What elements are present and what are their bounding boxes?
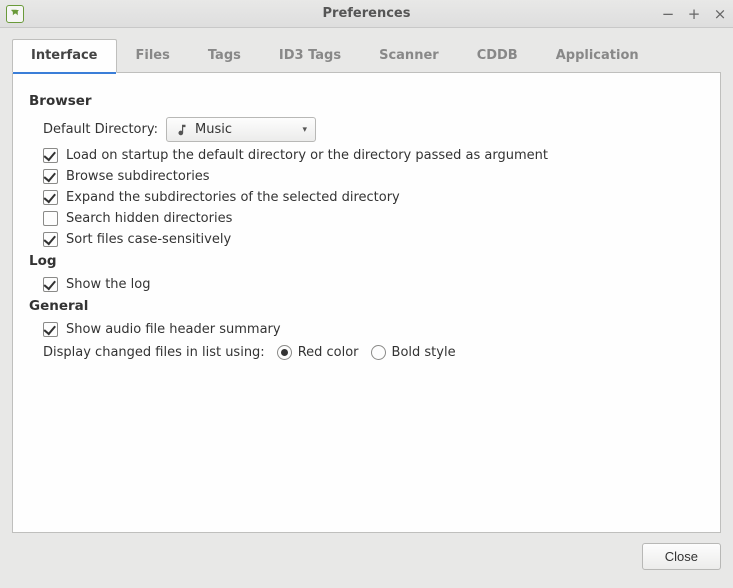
section-general-heading: General (29, 298, 704, 314)
tab-application[interactable]: Application (537, 39, 658, 73)
checkbox-icon (43, 232, 58, 247)
checkbox-icon (43, 322, 58, 337)
checkbox-label: Load on startup the default directory or… (66, 148, 548, 163)
minimize-button[interactable]: − (661, 7, 675, 21)
checkbox-load-on-startup[interactable]: Load on startup the default directory or… (43, 148, 704, 163)
checkbox-label: Search hidden directories (66, 211, 232, 226)
checkbox-search-hidden[interactable]: Search hidden directories (43, 211, 704, 226)
tab-tags[interactable]: Tags (189, 39, 260, 73)
default-directory-value: Music (195, 122, 232, 137)
dialog-footer: Close (0, 533, 733, 580)
radio-red-color[interactable]: Red color (277, 345, 359, 360)
tab-panel-interface: Browser Default Directory: Music ▾ Load … (12, 73, 721, 533)
music-note-icon (175, 123, 189, 137)
checkbox-sort-case[interactable]: Sort files case-sensitively (43, 232, 704, 247)
checkbox-browse-subdirs[interactable]: Browse subdirectories (43, 169, 704, 184)
close-window-button[interactable]: × (713, 7, 727, 21)
close-button[interactable]: Close (642, 543, 721, 570)
titlebar: Preferences − + × (0, 0, 733, 28)
checkbox-icon (43, 190, 58, 205)
dialog-content: Interface Files Tags ID3 Tags Scanner CD… (0, 28, 733, 533)
checkbox-icon (43, 148, 58, 163)
checkbox-icon (43, 277, 58, 292)
checkbox-expand-subdirs[interactable]: Expand the subdirectories of the selecte… (43, 190, 704, 205)
default-directory-label: Default Directory: (43, 122, 158, 137)
checkbox-icon (43, 211, 58, 226)
window-title: Preferences (0, 6, 733, 21)
window-controls: − + × (661, 7, 727, 21)
chevron-down-icon: ▾ (302, 125, 307, 135)
display-changed-label: Display changed files in list using: (43, 345, 265, 360)
tab-files[interactable]: Files (117, 39, 189, 73)
default-directory-combo[interactable]: Music ▾ (166, 117, 316, 142)
radio-bold-style[interactable]: Bold style (371, 345, 456, 360)
tab-cddb[interactable]: CDDB (458, 39, 537, 73)
checkbox-label: Expand the subdirectories of the selecte… (66, 190, 400, 205)
tab-id3tags[interactable]: ID3 Tags (260, 39, 360, 73)
radio-label: Bold style (392, 345, 456, 360)
radio-label: Red color (298, 345, 359, 360)
tab-scanner[interactable]: Scanner (360, 39, 458, 73)
radio-icon (277, 345, 292, 360)
checkbox-label: Sort files case-sensitively (66, 232, 231, 247)
tab-interface[interactable]: Interface (12, 39, 117, 73)
section-log-heading: Log (29, 253, 704, 269)
section-browser-heading: Browser (29, 93, 704, 109)
checkbox-label: Show audio file header summary (66, 322, 281, 337)
checkbox-show-header-summary[interactable]: Show audio file header summary (43, 322, 704, 337)
radio-icon (371, 345, 386, 360)
tabbar: Interface Files Tags ID3 Tags Scanner CD… (12, 38, 721, 73)
checkbox-icon (43, 169, 58, 184)
checkbox-label: Browse subdirectories (66, 169, 210, 184)
checkbox-show-log[interactable]: Show the log (43, 277, 704, 292)
app-icon (6, 5, 24, 23)
maximize-button[interactable]: + (687, 7, 701, 21)
checkbox-label: Show the log (66, 277, 151, 292)
